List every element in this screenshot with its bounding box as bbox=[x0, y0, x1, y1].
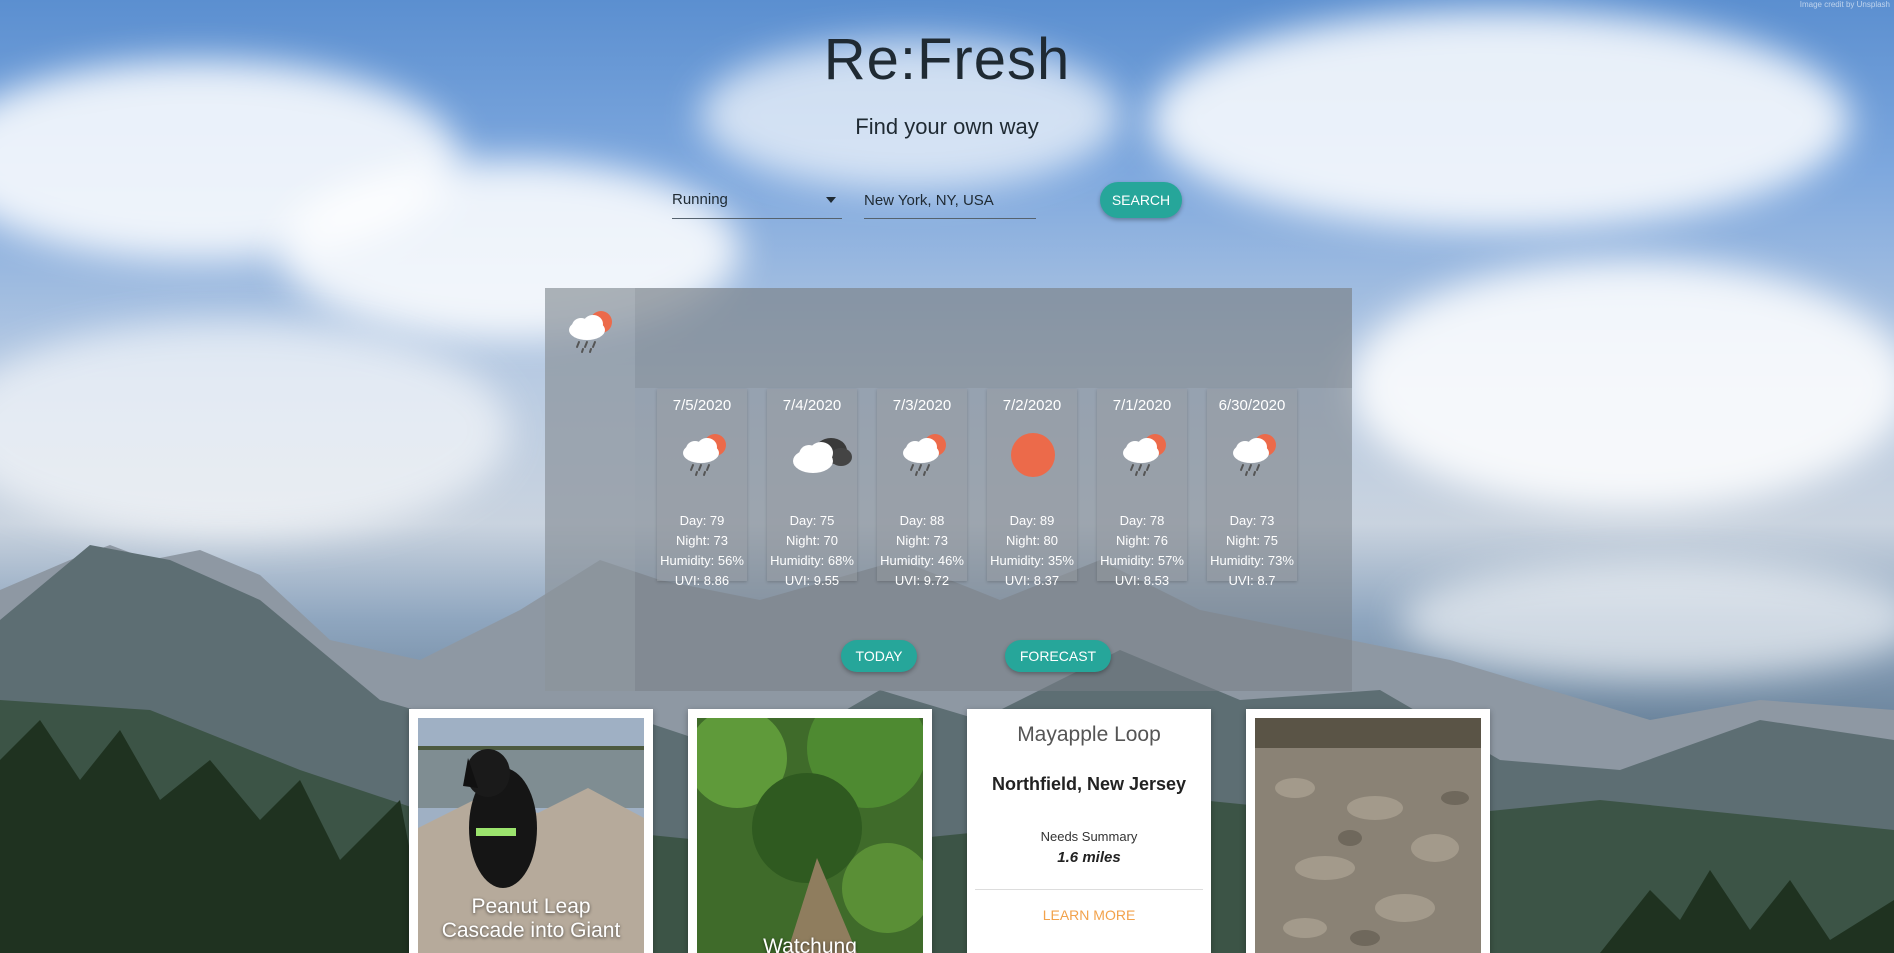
day-temp: Day: 88 bbox=[899, 513, 945, 528]
forecast-stats: Day: 78 Night: 76 Humidity: 57% UVI: 8.53 bbox=[1097, 511, 1187, 591]
activity-select[interactable]: Running bbox=[672, 182, 842, 219]
uvi: UVI: 9.55 bbox=[784, 573, 840, 588]
divider bbox=[975, 889, 1203, 890]
forecast-day-card: 7/2/2020 Day: 89 Night: 80 Humidity: 35% UVI… bbox=[987, 389, 1077, 588]
trail-photo bbox=[697, 718, 923, 953]
forecast-date: 7/3/2020 bbox=[892, 397, 952, 414]
forecast-stats: Day: 89 Night: 80 Humidity: 35% UVI: 8.37 bbox=[987, 511, 1077, 591]
rain-cloud-sun-icon bbox=[899, 431, 947, 479]
trail-title: Peanut Leap Cascade into Giant bbox=[441, 895, 621, 942]
forecast-stats: Day: 73 Night: 75 Humidity: 73% UVI: 8.7 bbox=[1207, 511, 1297, 591]
night-temp: Night: 70 bbox=[785, 533, 839, 548]
app-subtitle: Find your own way bbox=[855, 114, 1039, 139]
humidity: Humidity: 73% bbox=[1210, 553, 1294, 568]
day-temp: Day: 78 bbox=[1119, 513, 1165, 528]
day-temp: Day: 75 bbox=[789, 513, 835, 528]
weather-panel: 7/5/2020 Day: 79 Night: 73 Humidity: 56% UVI… bbox=[545, 288, 1352, 691]
trail-card[interactable] bbox=[1246, 709, 1490, 953]
uvi: UVI: 8.37 bbox=[1004, 573, 1060, 588]
activity-select-value: Running bbox=[672, 191, 728, 208]
image-credit: Image credit by Unsplash bbox=[1799, 0, 1890, 9]
humidity: Humidity: 68% bbox=[770, 553, 854, 568]
humidity: Humidity: 35% bbox=[990, 553, 1074, 568]
night-temp: Night: 76 bbox=[1115, 533, 1169, 548]
trail-length: 1.6 miles bbox=[1057, 849, 1121, 866]
humidity: Humidity: 56% bbox=[660, 553, 744, 568]
day-temp: Day: 89 bbox=[1009, 513, 1055, 528]
rain-cloud-sun-icon bbox=[679, 431, 727, 479]
trail-summary: Needs Summary bbox=[1040, 829, 1138, 844]
search-button[interactable]: SEARCH bbox=[1100, 182, 1182, 218]
trail-photo bbox=[1255, 718, 1481, 953]
night-temp: Night: 73 bbox=[675, 533, 729, 548]
uvi: UVI: 8.53 bbox=[1114, 573, 1170, 588]
trail-card[interactable]: Watchung bbox=[688, 709, 932, 953]
rain-cloud-sun-icon bbox=[1119, 431, 1167, 479]
uvi: UVI: 9.72 bbox=[894, 573, 950, 588]
forecast-day-card: 7/3/2020 Day: 88 Night: 73 Humidity: 46% UVI… bbox=[877, 389, 967, 588]
forecast-day-card: 7/4/2020 Day: 75 Night: 70 Humidity: 68% UVI… bbox=[767, 389, 857, 588]
forecast-day-card: 6/30/2020 Day: 73 Night: 75 Humidity: 73% UV… bbox=[1207, 389, 1297, 588]
trail-location: Northfield, New Jersey bbox=[991, 774, 1187, 794]
trail-card[interactable]: Peanut Leap Cascade into Giant bbox=[409, 709, 653, 953]
today-button[interactable]: TODAY bbox=[841, 640, 917, 672]
night-temp: Night: 80 bbox=[1005, 533, 1059, 548]
humidity: Humidity: 46% bbox=[880, 553, 964, 568]
day-temp: Day: 79 bbox=[679, 513, 725, 528]
cloudy-icon bbox=[789, 431, 852, 479]
location-input[interactable] bbox=[864, 182, 1036, 219]
uvi: UVI: 8.7 bbox=[1228, 573, 1276, 588]
forecast-button[interactable]: FORECAST bbox=[1005, 640, 1111, 672]
forecast-date: 6/30/2020 bbox=[1218, 397, 1286, 414]
forecast-date: 7/2/2020 bbox=[1002, 397, 1062, 414]
forecast-stats: Day: 75 Night: 70 Humidity: 68% UVI: 9.55 bbox=[767, 511, 857, 591]
forecast-header bbox=[635, 288, 1352, 388]
learn-more-link[interactable]: LEARN MORE bbox=[967, 907, 1211, 923]
rain-cloud-sun-icon bbox=[1229, 431, 1277, 479]
day-temp: Day: 73 bbox=[1229, 513, 1275, 528]
night-temp: Night: 73 bbox=[895, 533, 949, 548]
forecast-date: 7/4/2020 bbox=[782, 397, 842, 414]
sun-icon bbox=[1009, 431, 1057, 479]
forecast-stats: Day: 79 Night: 73 Humidity: 56% UVI: 8.86 bbox=[657, 511, 747, 591]
caret-down-icon bbox=[826, 197, 836, 203]
forecast-date: 7/1/2020 bbox=[1112, 397, 1172, 414]
humidity: Humidity: 57% bbox=[1100, 553, 1184, 568]
trail-name: Mayapple Loop bbox=[1017, 723, 1161, 746]
forecast-date: 7/5/2020 bbox=[672, 397, 732, 414]
search-bar: Running SEARCH bbox=[672, 182, 1232, 222]
today-weather-panel bbox=[545, 288, 635, 691]
forecast-day-card: 7/1/2020 Day: 78 Night: 76 Humidity: 57% UVI… bbox=[1097, 389, 1187, 588]
night-temp: Night: 75 bbox=[1225, 533, 1279, 548]
forecast-day-card: 7/5/2020 Day: 79 Night: 73 Humidity: 56% UVI… bbox=[657, 389, 747, 588]
forecast-stats: Day: 88 Night: 73 Humidity: 46% UVI: 9.72 bbox=[877, 511, 967, 591]
app-title: Re:Fresh bbox=[823, 27, 1071, 92]
trail-card: Mayapple Loop Northfield, New Jersey Nee… bbox=[967, 709, 1211, 953]
uvi: UVI: 8.86 bbox=[674, 573, 730, 588]
rain-cloud-sun-icon bbox=[569, 311, 612, 353]
trail-title: Watchung bbox=[763, 935, 857, 953]
